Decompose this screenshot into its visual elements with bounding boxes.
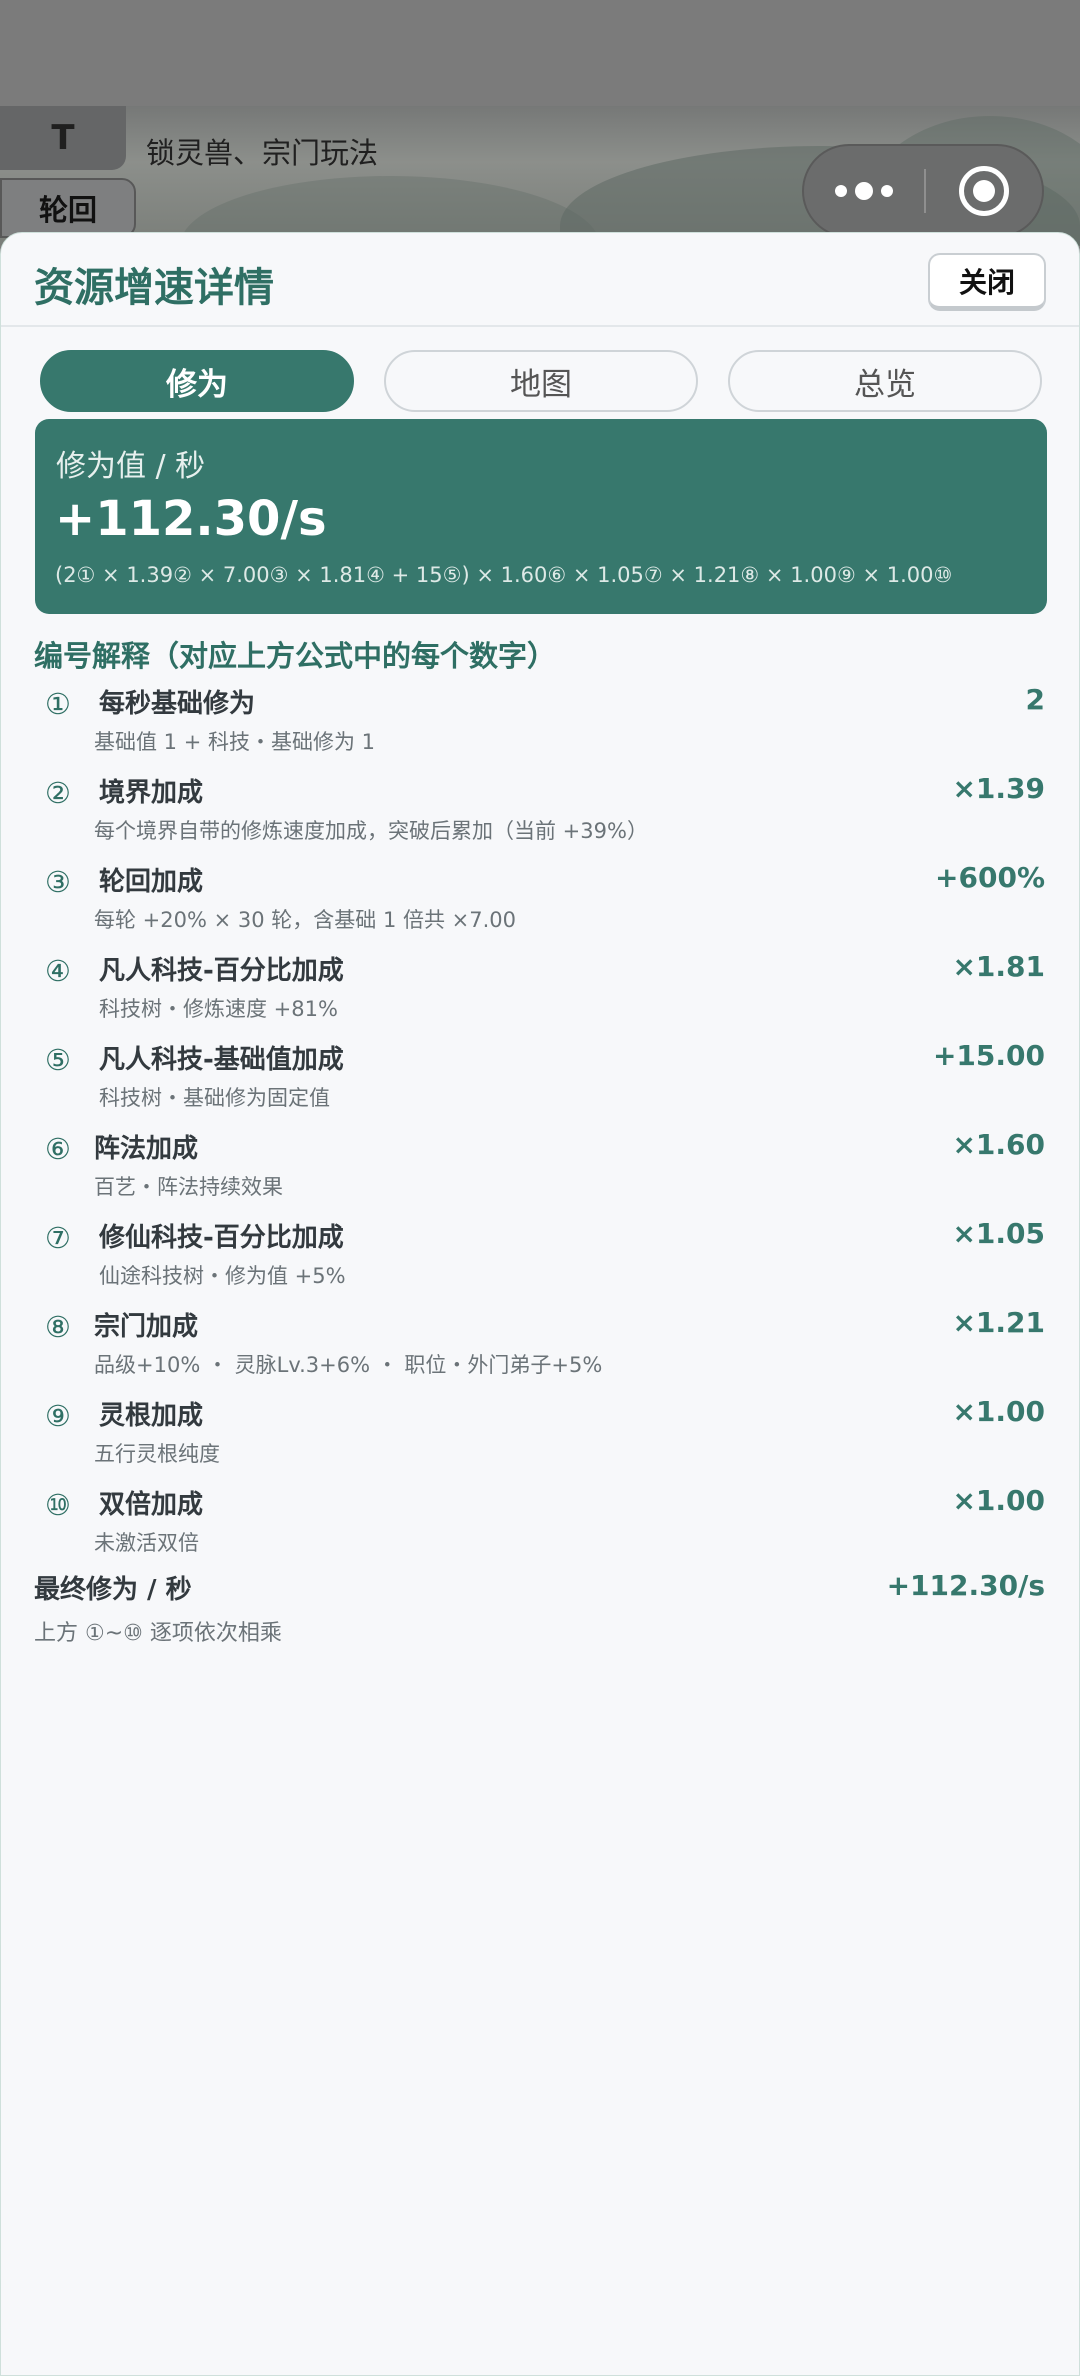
item-value: ×1.39	[952, 772, 1045, 805]
item-name: 宗门加成	[94, 1312, 199, 1342]
item-name: 凡人科技-百分比加成	[99, 956, 344, 986]
lunhui-tab[interactable]: 轮回	[0, 178, 136, 238]
item-name: 阵法加成	[94, 1134, 199, 1164]
final-note: 上方 ①~⑩ 逐项依次相乘	[34, 1621, 282, 1646]
list-item: ⑤ 凡人科技-基础值加成 科技树・基础修为固定值 +15.00	[1, 1039, 1079, 1125]
item-name: 修仙科技-百分比加成	[99, 1223, 344, 1253]
item-number: ⑤	[45, 1043, 71, 1077]
final-value: +112.30/s	[886, 1569, 1045, 1602]
item-desc: 科技树・修炼速度 +81%	[99, 997, 338, 1021]
item-value: 2	[1025, 683, 1045, 716]
item-number: ②	[45, 776, 71, 810]
tab-map[interactable]: 地图	[384, 350, 698, 412]
item-number: ⑥	[45, 1132, 71, 1166]
list-item: ⑧ 宗门加成 品级+10% ・ 灵脉Lv.3+6% ・ 职位・外门弟子+5% ×…	[1, 1306, 1079, 1392]
tab-overview[interactable]: 总览	[728, 350, 1042, 412]
list-item: ① 每秒基础修为 基础值 1 + 科技・基础修为 1 2	[1, 683, 1079, 769]
item-value: ×1.00	[952, 1395, 1045, 1428]
list-item: ④ 凡人科技-百分比加成 科技树・修炼速度 +81% ×1.81	[1, 950, 1079, 1036]
item-value: ×1.21	[952, 1306, 1045, 1339]
item-name: 每秒基础修为	[99, 689, 256, 719]
close-button[interactable]: 关闭	[928, 253, 1046, 311]
tab-bar: 修为 地图 总览	[40, 350, 1042, 414]
item-name: 双倍加成	[99, 1490, 204, 1520]
item-number: ①	[45, 687, 71, 721]
item-desc: 百艺・阵法持续效果	[94, 1175, 283, 1199]
item-desc: 五行灵根纯度	[94, 1442, 220, 1466]
miniprogram-capsule	[802, 144, 1044, 238]
item-value: +600%	[935, 861, 1045, 894]
game-message: 锁灵兽、宗门玩法	[146, 136, 379, 170]
item-value: ×1.81	[952, 950, 1045, 983]
list-item: ③ 轮回加成 每轮 +20% × 30 轮，含基础 1 倍共 ×7.00 +60…	[1, 861, 1079, 947]
item-name: 凡人科技-基础值加成	[99, 1045, 344, 1075]
item-number: ⑨	[45, 1399, 71, 1433]
item-number: ⑦	[45, 1221, 71, 1255]
list-item: ⑥ 阵法加成 百艺・阵法持续效果 ×1.60	[1, 1128, 1079, 1214]
item-value: ×1.00	[952, 1484, 1045, 1517]
status-bar-area	[0, 0, 1080, 106]
formula-card: 修为值 / 秒 +112.30/s (2① × 1.39② × 7.00③ × …	[35, 419, 1047, 614]
list-item: ⑩ 双倍加成 未激活双倍 ×1.00	[1, 1484, 1079, 1570]
item-number: ⑩	[45, 1488, 71, 1522]
lunhui-tab-label: 轮回	[38, 193, 97, 227]
item-value: ×1.05	[952, 1217, 1045, 1250]
t-tab[interactable]: T	[0, 106, 126, 170]
resource-speed-sheet: 资源增速详情 关闭 修为 地图 总览 修为值 / 秒 +112.30/s (2①…	[0, 232, 1080, 2376]
formula-card-label: 修为值 / 秒	[56, 449, 206, 484]
item-name: 灵根加成	[99, 1401, 204, 1431]
item-value: +15.00	[932, 1039, 1045, 1072]
target-circle-icon[interactable]	[926, 146, 1042, 236]
list-item: ⑨ 灵根加成 五行灵根纯度 ×1.00	[1, 1395, 1079, 1481]
item-value: ×1.60	[952, 1128, 1045, 1161]
item-desc: 未激活双倍	[94, 1531, 199, 1555]
item-name: 轮回加成	[99, 867, 204, 897]
list-item: ⑦ 修仙科技-百分比加成 仙途科技树・修为值 +5% ×1.05	[1, 1217, 1079, 1303]
item-number: ③	[45, 865, 71, 899]
item-name: 境界加成	[99, 778, 204, 808]
formula-card-value: +112.30/s	[55, 491, 327, 547]
formula-text: (2① × 1.39② × 7.00③ × 1.81④ + 15⑤) × 1.6…	[55, 563, 953, 587]
sheet-title: 资源增速详情	[34, 265, 274, 311]
item-desc: 每个境界自带的修炼速度加成，突破后累加（当前 +39%）	[94, 819, 648, 843]
t-tab-label: T	[51, 118, 75, 158]
item-desc: 仙途科技树・修为值 +5%	[99, 1264, 346, 1288]
final-label: 最终修为 / 秒	[34, 1575, 192, 1605]
list-item: ② 境界加成 每个境界自带的修炼速度加成，突破后累加（当前 +39%） ×1.3…	[1, 772, 1079, 858]
sheet-header: 资源增速详情 关闭	[1, 233, 1079, 327]
item-desc: 基础值 1 + 科技・基础修为 1	[94, 730, 376, 754]
item-desc: 品级+10% ・ 灵脉Lv.3+6% ・ 职位・外门弟子+5%	[94, 1353, 603, 1377]
item-desc: 科技树・基础修为固定值	[99, 1086, 330, 1110]
more-dots-icon[interactable]	[804, 146, 924, 236]
item-number: ⑧	[45, 1310, 71, 1344]
item-number: ④	[45, 954, 71, 988]
item-desc: 每轮 +20% × 30 轮，含基础 1 倍共 ×7.00	[94, 908, 517, 932]
section-title: 编号解释（对应上方公式中的每个数字）	[34, 639, 557, 673]
tab-xiuwei[interactable]: 修为	[40, 350, 354, 412]
